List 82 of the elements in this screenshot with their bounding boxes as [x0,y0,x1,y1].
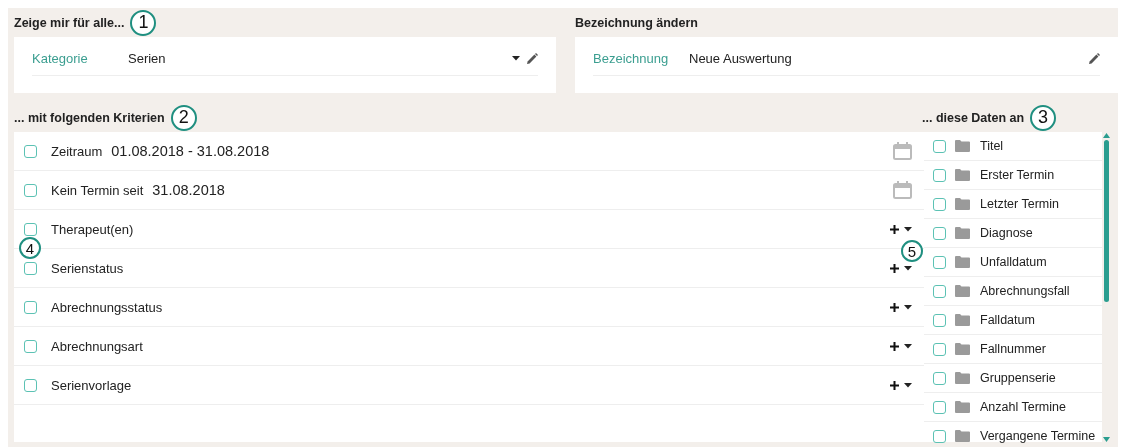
field-label: Kategorie [32,42,128,76]
checkbox[interactable] [24,339,37,353]
scroll-up-icon[interactable] [1102,133,1110,138]
checkbox[interactable] [24,378,37,392]
pencil-icon[interactable] [526,52,538,65]
checkbox[interactable] [24,300,37,314]
plus-icon[interactable] [890,263,899,273]
folder-icon[interactable] [955,198,970,210]
data-field-label: Anzahl Termine [980,400,1066,414]
section-heading: ... diese Daten an [922,110,1025,125]
criterion-label: Abrechnungsart [51,338,143,354]
checkbox[interactable] [933,197,946,211]
criterion-label: Therapeut(en) [51,221,134,237]
caret-icon[interactable] [904,265,912,271]
data-field-label: Fallnummer [980,342,1046,356]
plus-icon[interactable] [890,224,899,234]
caret-icon[interactable] [904,226,912,232]
scrollbar[interactable] [1102,132,1110,442]
criterion-label: Zeitraum [51,143,103,159]
checkbox[interactable] [24,183,37,197]
callout-number: 2 [170,104,197,131]
data-field-label: Unfalldatum [980,255,1047,269]
checkbox[interactable] [933,400,946,414]
plus-icon[interactable] [890,341,899,351]
caret-icon[interactable] [512,56,520,61]
checkbox[interactable] [933,371,946,385]
checkbox[interactable] [24,261,37,275]
field-label: Bezeichnung [593,42,689,76]
plus-icon[interactable] [890,302,899,312]
folder-icon[interactable] [955,256,970,268]
pencil-icon[interactable] [1088,52,1100,65]
criterion-label: Abrechnungsstatus [51,299,163,315]
folder-icon[interactable] [955,169,970,181]
input-field[interactable]: Bezeichnung Neue Auswertung [593,37,1100,75]
callout-number: 3 [1030,104,1057,131]
criterion-label: Kein Termin seit [51,182,144,198]
checkbox[interactable] [24,222,37,236]
section-heading: Bezeichnung ändern [575,15,698,30]
checkbox[interactable] [933,342,946,356]
data-field-label: Erster Termin [980,168,1055,182]
checkbox[interactable] [24,144,37,158]
folder-icon[interactable] [955,227,970,239]
checkbox[interactable] [933,429,946,443]
caret-icon[interactable] [904,304,912,310]
data-field-label: Titel [980,139,1004,153]
calendar-icon[interactable] [893,142,912,160]
folder-icon[interactable] [955,285,970,297]
data-field-label: Gruppenserie [980,371,1056,385]
data-field-label: Vergangene Termine [980,429,1096,443]
checkbox[interactable] [933,313,946,327]
plus-icon[interactable] [890,380,899,390]
data-field-label: Letzter Termin [980,197,1059,211]
folder-icon[interactable] [955,343,970,355]
scroll-thumb[interactable] [1103,140,1109,302]
caret-icon[interactable] [904,382,912,388]
criterion-value: 31.08.2018 [152,182,225,198]
checkbox[interactable] [933,284,946,298]
caret-icon[interactable] [904,343,912,349]
input-field[interactable]: Kategorie Serien [32,37,538,75]
folder-icon[interactable] [955,372,970,384]
scroll-down-icon[interactable] [1102,437,1110,442]
criterion-label: Serienstatus [51,260,124,276]
data-field-label: Abrechnungsfall [980,284,1070,298]
field-value: Neue Auswertung [689,42,1088,76]
checkbox[interactable] [933,168,946,182]
folder-icon[interactable] [955,140,970,152]
callout-number: 1 [130,9,157,36]
data-field-label: Falldatum [980,313,1035,327]
data-field-label: Diagnose [980,226,1033,240]
calendar-icon[interactable] [893,181,912,199]
checkbox[interactable] [933,139,946,153]
checkbox[interactable] [933,255,946,269]
folder-icon[interactable] [955,401,970,413]
criterion-label: Serienvorlage [51,377,132,393]
folder-icon[interactable] [955,314,970,326]
field-value: Serien [128,42,512,76]
criterion-value: 01.08.2018 - 31.08.2018 [111,143,270,159]
folder-icon[interactable] [955,430,970,442]
checkbox[interactable] [933,226,946,240]
callout-number: 4 [19,237,41,259]
section-heading: Zeige mir für alle... [14,15,125,30]
section-heading: ... mit folgenden Kriterien [14,110,165,125]
